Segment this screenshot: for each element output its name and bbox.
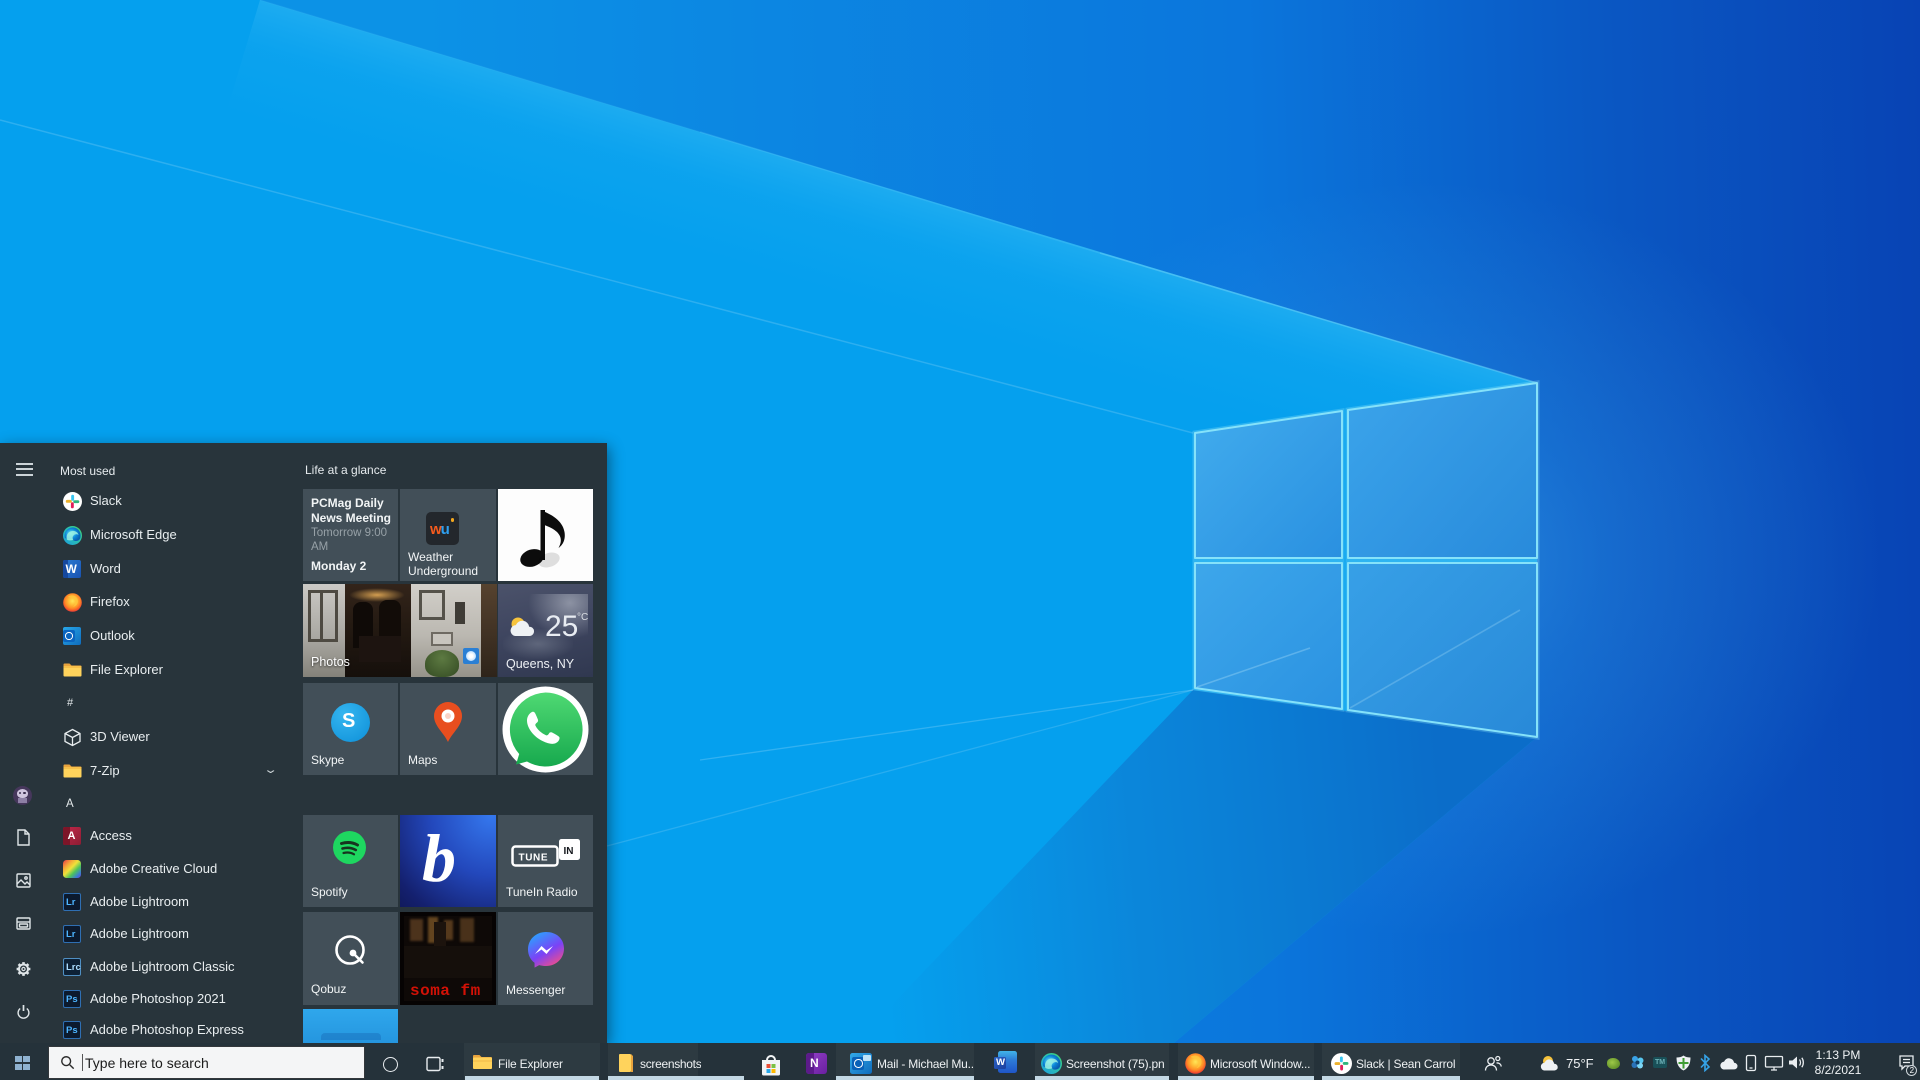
svg-text:IN: IN	[564, 846, 574, 857]
svg-text:TUNE: TUNE	[519, 853, 549, 864]
